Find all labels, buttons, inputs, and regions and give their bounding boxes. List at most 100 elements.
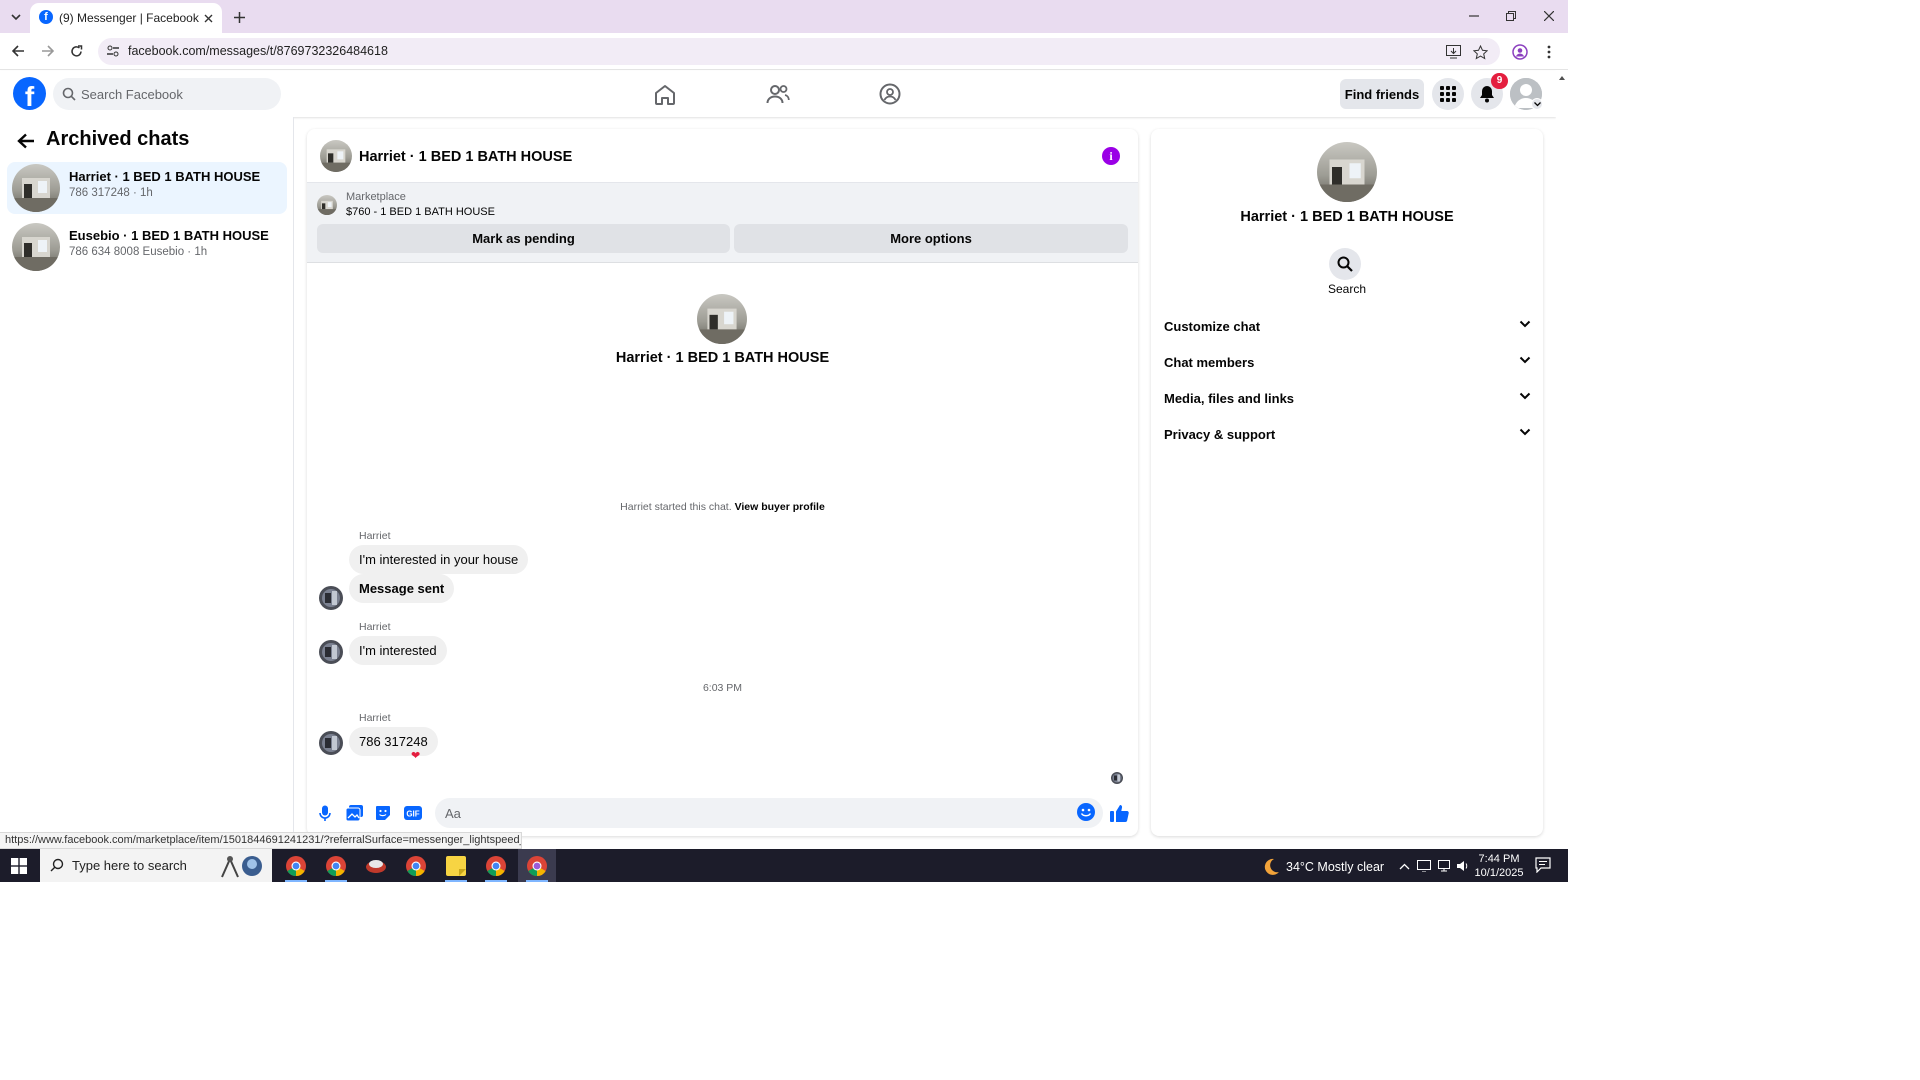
weather-widget[interactable]: 34°C Mostly clear <box>1262 858 1384 876</box>
listing-thumbnail <box>317 195 337 215</box>
taskbar-search-placeholder: Type here to search <box>72 858 187 873</box>
chat-list-item[interactable]: Eusebio · 1 BED 1 BATH HOUSE 786 634 800… <box>7 221 287 273</box>
volume-icon[interactable] <box>1455 858 1471 874</box>
chrome-taskbar-icon[interactable] <box>518 849 556 882</box>
conversation-title[interactable]: Harriet · 1 BED 1 BATH HOUSE <box>359 149 572 165</box>
address-bar[interactable]: facebook.com/messages/t/8769732326484618 <box>98 38 1500 65</box>
back-icon[interactable] <box>8 41 28 61</box>
intro-avatar <box>697 294 747 344</box>
chat-name: Eusebio · 1 BED 1 BATH HOUSE <box>69 228 269 243</box>
friends-icon[interactable] <box>765 81 791 107</box>
chevron-down-icon <box>1519 356 1531 364</box>
groups-icon[interactable] <box>877 81 903 107</box>
bookmark-star-icon[interactable] <box>1471 43 1489 61</box>
app-taskbar-icon[interactable] <box>357 849 395 882</box>
message-bubble[interactable]: I'm interested <box>349 636 447 665</box>
clock-date: 10/1/2025 <box>1474 867 1524 879</box>
intro-title: Harriet · 1 BED 1 BATH HOUSE <box>615 350 830 366</box>
tray-chevron-up-icon[interactable] <box>1396 858 1412 874</box>
forward-icon[interactable] <box>37 41 57 61</box>
weather-text: 34°C Mostly clear <box>1286 860 1385 874</box>
restore-window-icon[interactable] <box>1497 6 1525 26</box>
facebook-search[interactable] <box>53 78 281 110</box>
info-title: Harriet · 1 BED 1 BATH HOUSE <box>1240 209 1454 225</box>
message-bubble[interactable]: 786 317248 <box>349 727 438 756</box>
browser-tab-messenger[interactable]: f (9) Messenger | Facebook <box>30 3 222 33</box>
message-input[interactable] <box>445 798 1065 828</box>
browser-menu-icon[interactable] <box>1540 43 1558 61</box>
clock-time: 7:44 PM <box>1478 853 1520 865</box>
chevron-down-icon <box>1519 320 1531 328</box>
info-icon[interactable]: i <box>1102 147 1120 165</box>
sender-avatar[interactable] <box>319 640 343 664</box>
sender-avatar[interactable] <box>319 586 343 610</box>
emoji-icon[interactable] <box>1077 803 1097 823</box>
microphone-icon[interactable] <box>315 803 335 823</box>
close-window-icon[interactable] <box>1535 6 1563 26</box>
sender-avatar[interactable] <box>319 731 343 755</box>
media-files-links-section[interactable]: Media, files and links <box>1155 382 1539 416</box>
reload-icon[interactable] <box>66 41 86 61</box>
chrome-taskbar-icon[interactable] <box>477 849 515 882</box>
menu-grid-icon[interactable] <box>1432 78 1464 110</box>
customize-chat-section[interactable]: Customize chat <box>1155 310 1539 344</box>
site-info-icon[interactable] <box>106 44 120 58</box>
more-options-button[interactable]: More options <box>734 224 1128 253</box>
photo-attach-icon[interactable] <box>344 803 364 823</box>
marketplace-banner[interactable]: Marketplace $760 - 1 BED 1 BATH HOUSE Ma… <box>307 183 1138 263</box>
message-bubble[interactable]: Message sent <box>349 574 455 603</box>
heart-reaction-icon[interactable]: ❤ <box>411 749 420 762</box>
find-friends-button[interactable]: Find friends <box>1340 79 1424 109</box>
chrome-taskbar-icon[interactable] <box>397 849 435 882</box>
message-sender: Harriet <box>359 712 391 724</box>
sticker-icon[interactable] <box>373 803 393 823</box>
message-thread[interactable]: Harriet · 1 BED 1 BATH HOUSE Harriet sta… <box>307 263 1138 793</box>
message-bubble[interactable]: I'm interested in your house <box>349 545 529 574</box>
listing-title[interactable]: $760 - 1 BED 1 BATH HOUSE <box>346 206 495 218</box>
notification-center-icon[interactable] <box>1535 857 1551 873</box>
section-label: Chat members <box>1164 355 1255 370</box>
info-avatar[interactable] <box>1317 142 1377 202</box>
page-scrollbar[interactable] <box>1556 71 1568 848</box>
home-icon[interactable] <box>652 81 678 107</box>
meet-now-icon[interactable] <box>1416 858 1432 874</box>
sticky-notes-taskbar-icon[interactable] <box>437 849 475 882</box>
chat-preview: 786 317248 · 1h <box>69 187 153 199</box>
search-highlight-icon <box>216 853 264 879</box>
search-in-conversation-icon[interactable] <box>1329 248 1361 280</box>
account-chevron-down-icon[interactable] <box>1531 98 1543 110</box>
tab-search-chevron-icon[interactable] <box>6 7 26 27</box>
conversation-header: Harriet · 1 BED 1 BATH HOUSE i <box>307 129 1138 183</box>
chrome-taskbar-icon[interactable] <box>277 849 315 882</box>
gif-icon[interactable]: GIF <box>403 803 423 823</box>
taskbar-search[interactable]: Type here to search <box>40 849 272 882</box>
chat-members-section[interactable]: Chat members <box>1155 346 1539 380</box>
facebook-logo[interactable]: f <box>13 77 46 110</box>
chrome-taskbar-icon[interactable] <box>317 849 355 882</box>
chat-info-panel: Harriet · 1 BED 1 BATH HOUSE Search Cust… <box>1151 129 1543 836</box>
windows-start-icon[interactable] <box>11 858 27 874</box>
new-tab-plus-icon[interactable] <box>229 7 249 27</box>
message-input-box[interactable] <box>435 798 1103 828</box>
search-icon <box>62 87 76 101</box>
browser-profile-icon[interactable] <box>1511 43 1529 61</box>
system-clock[interactable]: 7:44 PM 10/1/2025 <box>1474 852 1524 880</box>
thumbs-up-icon[interactable] <box>1109 803 1129 823</box>
archived-chats-title: Archived chats <box>46 128 190 150</box>
back-arrow-icon[interactable] <box>15 130 37 152</box>
facebook-search-input[interactable] <box>81 78 271 110</box>
section-label: Privacy & support <box>1164 427 1276 442</box>
url-text: facebook.com/messages/t/8769732326484618 <box>128 44 388 58</box>
minimize-window-icon[interactable] <box>1460 6 1488 26</box>
chat-list-item[interactable]: Harriet · 1 BED 1 BATH HOUSE 786 317248 … <box>7 162 287 214</box>
browser-tab-bar: f (9) Messenger | Facebook <box>0 0 1568 33</box>
search-icon <box>50 858 64 872</box>
privacy-support-section[interactable]: Privacy & support <box>1155 418 1539 452</box>
chat-started-text: Harriet started this chat. <box>620 501 732 513</box>
mark-as-pending-button[interactable]: Mark as pending <box>317 224 730 253</box>
close-tab-icon[interactable] <box>200 10 216 26</box>
install-app-icon[interactable] <box>1444 43 1462 61</box>
network-icon[interactable] <box>1436 858 1452 874</box>
conversation-avatar[interactable] <box>320 140 352 172</box>
view-buyer-profile-link[interactable]: View buyer profile <box>735 501 825 513</box>
